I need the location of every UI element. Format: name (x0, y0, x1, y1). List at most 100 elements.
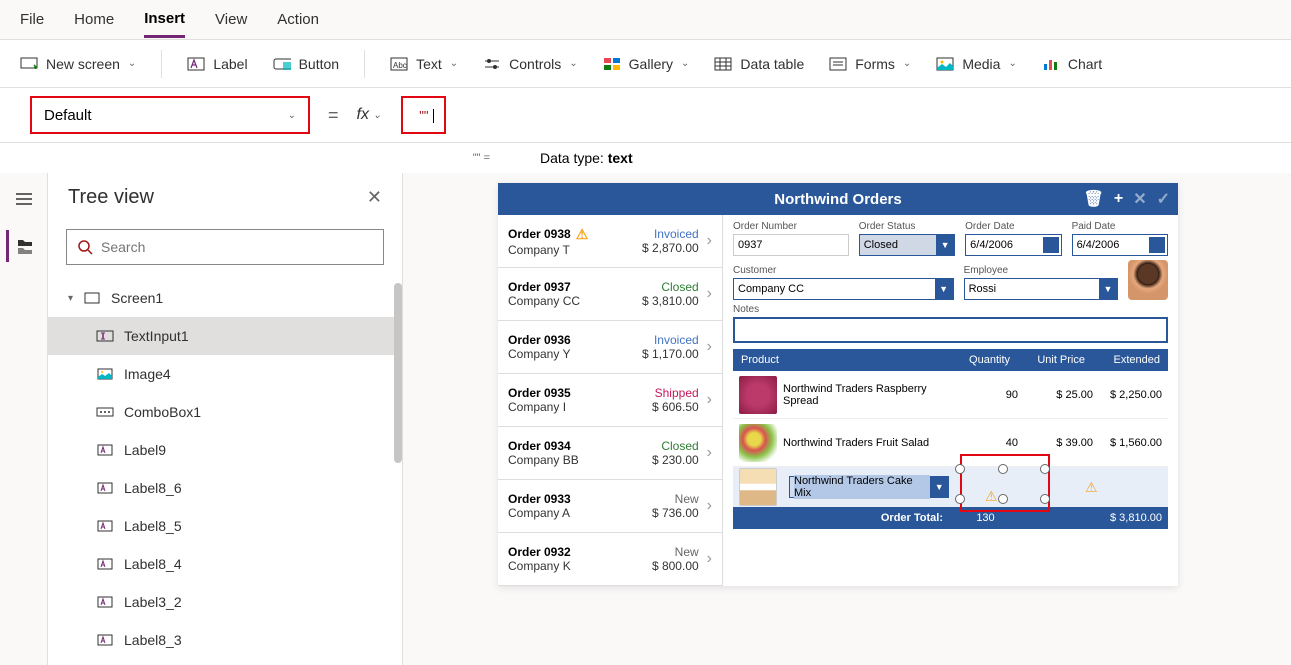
chevron-down-icon: ⌄ (450, 58, 458, 69)
menu-insert[interactable]: Insert (144, 2, 185, 38)
employee-label: Employee (964, 265, 1118, 276)
forms-button[interactable]: Forms ⌄ (829, 55, 911, 73)
gallery-button[interactable]: Gallery ⌄ (603, 55, 690, 73)
tree-view-nav[interactable] (6, 230, 38, 262)
confirm-icon[interactable]: ✓ (1157, 189, 1170, 209)
calendar-icon (1149, 237, 1165, 253)
label-icon (96, 595, 114, 609)
textinput-icon (96, 329, 114, 343)
resize-handle[interactable] (998, 494, 1008, 504)
nav-rail (0, 173, 48, 665)
chevron-down-icon: ⌄ (288, 110, 296, 121)
menu-file[interactable]: File (20, 3, 44, 36)
ribbon: New screen ⌄ Label Button Abc Text ⌄ Con… (0, 40, 1291, 88)
resize-handle[interactable] (955, 494, 965, 504)
employee-dropdown[interactable]: Rossi▼ (964, 278, 1118, 300)
order-status-label: Order Status (859, 221, 955, 232)
tree-item-label8-4[interactable]: Label8_4 (48, 545, 402, 583)
controls-icon (483, 55, 501, 73)
label-icon (96, 633, 114, 647)
order-number-label: Order Number (733, 221, 849, 232)
order-row[interactable]: Order 0934Company BBClosed$ 230.00› (498, 427, 722, 480)
customer-label: Customer (733, 265, 954, 276)
new-screen-button[interactable]: New screen ⌄ (20, 55, 136, 73)
paid-date-field[interactable]: 6/4/2006 (1072, 234, 1168, 256)
button-button[interactable]: Button (273, 55, 339, 73)
tree-item-textinput1[interactable]: TextInput1 (48, 317, 402, 355)
order-date-label: Order Date (965, 221, 1061, 232)
customer-dropdown[interactable]: Company CC▼ (733, 278, 954, 300)
datatype-bar: "" = Data type: text (0, 143, 1291, 173)
order-row[interactable]: Order 0936Company YInvoiced$ 1,170.00› (498, 321, 722, 374)
text-button[interactable]: Abc Text ⌄ (390, 55, 458, 73)
tree-item-label8-3[interactable]: Label8_3 (48, 621, 402, 659)
label-button[interactable]: Label (187, 55, 247, 73)
label-icon (96, 443, 114, 457)
calendar-icon (1043, 237, 1059, 253)
order-row[interactable]: Order 0933Company ANew$ 736.00› (498, 480, 722, 533)
tree-item-label3-2[interactable]: Label3_2 (48, 583, 402, 621)
notes-input[interactable] (733, 317, 1168, 343)
tree-search[interactable] (66, 229, 384, 265)
tree-item-image4[interactable]: Image4 (48, 355, 402, 393)
combobox-icon (96, 405, 114, 419)
property-selector[interactable]: Default ⌄ (30, 96, 310, 134)
order-row[interactable]: Order 0932Company KNew$ 800.00› (498, 533, 722, 586)
cancel-icon[interactable]: ✕ (1133, 189, 1146, 209)
warning-icon: ⚠ (985, 488, 998, 505)
menu-action[interactable]: Action (277, 3, 319, 36)
add-icon[interactable]: + (1114, 190, 1123, 208)
product-header: Product Quantity Unit Price Extended (733, 349, 1168, 371)
resize-handle[interactable] (1040, 494, 1050, 504)
tree-item-screen1[interactable]: ▾ Screen1 (48, 279, 402, 317)
order-gallery[interactable]: Order 0938 ⚠Company TInvoiced$ 2,870.00›… (498, 215, 723, 586)
chevron-right-icon: › (707, 232, 712, 250)
media-button[interactable]: Media ⌄ (936, 55, 1017, 73)
chart-button[interactable]: Chart (1042, 55, 1102, 73)
tree-scrollbar[interactable] (394, 283, 402, 463)
order-total-row: Order Total: 130 $ 3,810.00 (733, 507, 1168, 529)
forms-icon (829, 55, 847, 73)
formula-bar: Default ⌄ = fx⌄ "" (0, 88, 1291, 143)
order-status-dropdown[interactable]: Closed▼ (859, 234, 955, 256)
fx-button[interactable]: fx⌄ (357, 106, 382, 124)
chevron-right-icon: › (707, 391, 712, 409)
chevron-down-icon: ▼ (1099, 279, 1117, 299)
tree-item-combobox1[interactable]: ComboBox1 (48, 393, 402, 431)
tree-item-label8-5[interactable]: Label8_5 (48, 507, 402, 545)
tree-item-label9[interactable]: Label9 (48, 431, 402, 469)
menu-home[interactable]: Home (74, 3, 114, 36)
canvas[interactable]: Northwind Orders 🗑 + ✕ ✓ Order 0938 ⚠Com… (403, 173, 1291, 665)
tree-item-label8-6[interactable]: Label8_6 (48, 469, 402, 507)
hamburger-button[interactable] (8, 183, 40, 215)
label-icon (187, 55, 205, 73)
screen-icon (83, 291, 101, 305)
order-row[interactable]: Order 0937Company CCClosed$ 3,810.00› (498, 268, 722, 321)
resize-handle[interactable] (998, 464, 1008, 474)
collapse-icon: ▾ (68, 293, 73, 304)
resize-handle[interactable] (955, 464, 965, 474)
resize-handle[interactable] (1040, 464, 1050, 474)
chevron-right-icon: › (707, 338, 712, 356)
delete-icon[interactable]: 🗑 (1084, 189, 1104, 209)
data-table-button[interactable]: Data table (714, 55, 804, 73)
screen-icon (20, 55, 38, 73)
order-row[interactable]: Order 0935Company IShipped$ 606.50› (498, 374, 722, 427)
paid-date-label: Paid Date (1072, 221, 1168, 232)
product-combobox[interactable]: Northwind Traders Cake Mix ▼ (789, 476, 949, 498)
warning-icon: ⚠ (1085, 479, 1098, 496)
product-row[interactable]: Northwind Traders Fruit Salad40$ 39.00$ … (733, 419, 1168, 467)
search-icon (77, 239, 93, 255)
controls-button[interactable]: Controls ⌄ (483, 55, 578, 73)
product-row[interactable]: Northwind Traders Raspberry Spread90$ 25… (733, 371, 1168, 419)
image-icon (96, 367, 114, 381)
search-input[interactable] (101, 239, 373, 255)
order-date-field[interactable]: 6/4/2006 (965, 234, 1061, 256)
menu-view[interactable]: View (215, 3, 247, 36)
chevron-right-icon: › (707, 285, 712, 303)
product-image (739, 424, 777, 462)
button-icon (273, 55, 291, 73)
order-row[interactable]: Order 0938 ⚠Company TInvoiced$ 2,870.00› (498, 215, 722, 268)
close-icon[interactable]: ✕ (367, 187, 382, 208)
formula-input[interactable]: "" (401, 96, 446, 134)
